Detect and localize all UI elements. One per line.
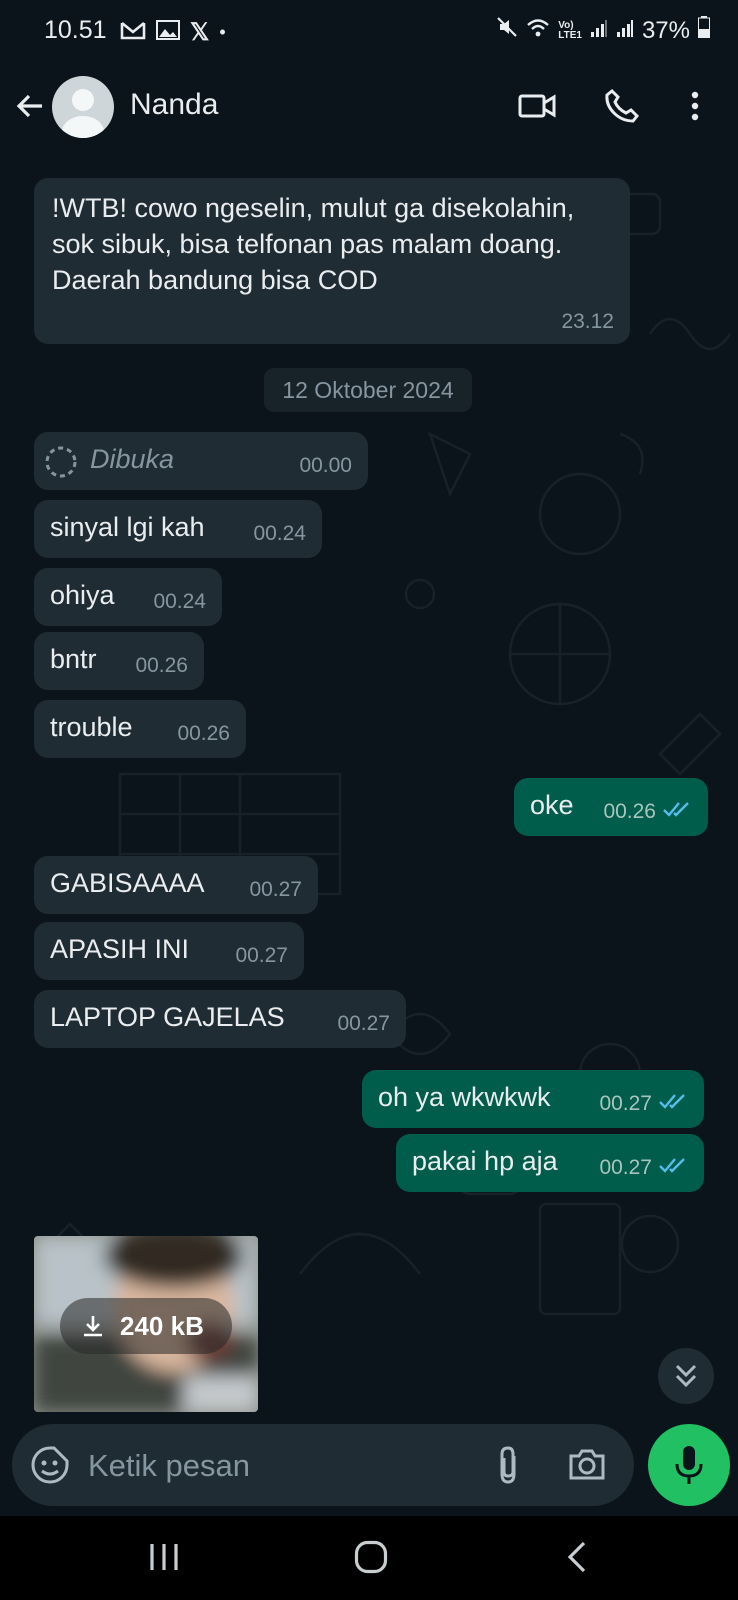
incoming-message[interactable]: APASIH INI 00.27 [34, 922, 304, 980]
mic-icon [675, 1444, 703, 1491]
phone-icon[interactable] [604, 88, 640, 129]
message-time: 00.26 [135, 654, 188, 678]
double-chevron-down-icon [674, 1362, 698, 1395]
message-text: APASIH INI [50, 934, 190, 964]
home-icon[interactable] [354, 1540, 388, 1579]
incoming-message[interactable]: trouble 00.26 [34, 700, 246, 758]
signal-icon-1 [590, 17, 608, 45]
camera-icon[interactable] [568, 1446, 606, 1487]
incoming-message[interactable]: sinyal lgi kah 00.24 [34, 500, 322, 558]
dot-icon: • [219, 22, 226, 42]
incoming-message[interactable]: !WTB! cowo ngeselin, mulut ga disekolahi… [34, 178, 630, 344]
message-time: 00.00 [299, 454, 352, 478]
message-time: 23.12 [561, 310, 614, 334]
read-receipt-icon [658, 1157, 688, 1179]
message-timestamp: 00.24 [153, 590, 206, 613]
download-button[interactable]: 240 kB [60, 1298, 232, 1354]
notification-icons: 𝕏 • [120, 18, 226, 47]
mute-icon [496, 16, 518, 45]
message-time: 00.26 [603, 800, 692, 824]
voice-record-button[interactable] [648, 1424, 730, 1506]
message-timestamp: 00.00 [299, 454, 352, 477]
message-time: 00.27 [235, 944, 288, 968]
message-text: pakai hp aja [412, 1146, 558, 1176]
file-size: 240 kB [120, 1311, 204, 1341]
message-text: GABISAAAA [50, 868, 205, 898]
incoming-message[interactable]: bntr 00.26 [34, 632, 204, 690]
message-time: 00.27 [599, 1092, 688, 1116]
message-timestamp: 23.12 [561, 310, 614, 333]
more-vert-icon[interactable] [690, 90, 700, 127]
attach-icon[interactable] [494, 1444, 522, 1491]
back-nav-icon[interactable] [566, 1540, 588, 1579]
chat-header: Nanda [0, 62, 738, 154]
message-timestamp: 00.26 [603, 800, 656, 823]
date-separator: 12 Oktober 2024 [264, 368, 472, 412]
message-timestamp: 00.27 [249, 878, 302, 901]
recents-icon[interactable] [148, 1542, 180, 1577]
message-text: LAPTOP GAJELAS [50, 1002, 285, 1032]
message-text: oh ya wkwkwk [378, 1082, 551, 1112]
incoming-message[interactable]: LAPTOP GAJELAS 00.27 [34, 990, 406, 1048]
chat-area[interactable]: !WTB! cowo ngeselin, mulut ga disekolahi… [0, 154, 738, 1424]
message-timestamp: 00.27 [599, 1156, 652, 1179]
message-text: Dibuka [90, 444, 175, 474]
status-indicators: Vo) LTE1 37% [496, 16, 710, 45]
message-timestamp: 00.27 [235, 944, 288, 967]
message-text: oke [530, 790, 574, 820]
message-input[interactable]: Ketik pesan [88, 1448, 250, 1484]
status-bar: 10.51 𝕏 • Vo) LTE1 37% [0, 0, 738, 62]
x-icon: 𝕏 [190, 19, 210, 46]
message-timestamp: 00.27 [599, 1092, 652, 1115]
incoming-message[interactable]: Dibuka 00.00 [34, 432, 368, 490]
message-timestamp: 00.26 [135, 654, 188, 677]
message-time: 00.26 [177, 722, 230, 746]
message-time: 00.27 [337, 1012, 390, 1036]
message-timestamp: 00.26 [177, 722, 230, 745]
battery-text: 37% [641, 16, 690, 44]
message-timestamp: 00.27 [337, 1012, 390, 1035]
message-text: !WTB! cowo ngeselin, mulut ga disekolahi… [52, 193, 575, 295]
read-receipt-icon [662, 801, 692, 823]
incoming-message[interactable]: GABISAAAA 00.27 [34, 856, 318, 914]
signal-icon-2 [616, 17, 634, 45]
battery-icon [698, 16, 710, 45]
outgoing-message[interactable]: pakai hp aja 00.27 [396, 1134, 704, 1192]
status-time: 10.51 [44, 16, 107, 44]
message-time: 00.24 [253, 522, 306, 546]
volte-icon: Vo) LTE1 [558, 19, 582, 41]
contact-name[interactable]: Nanda [130, 88, 218, 122]
scroll-to-bottom-button[interactable] [658, 1348, 714, 1404]
message-text: ohiya [50, 580, 115, 610]
view-once-icon [44, 445, 78, 486]
avatar[interactable] [52, 76, 114, 138]
message-text: bntr [50, 644, 97, 674]
message-time: 00.27 [599, 1156, 688, 1180]
download-icon [82, 1314, 104, 1343]
video-call-icon[interactable] [518, 90, 558, 127]
system-nav-bar [0, 1516, 738, 1600]
gmail-icon [120, 20, 146, 46]
wifi-icon [526, 17, 550, 45]
back-arrow-icon[interactable] [14, 90, 46, 127]
read-receipt-icon [658, 1093, 688, 1115]
message-time: 00.24 [153, 590, 206, 614]
incoming-message[interactable]: ohiya 00.24 [34, 568, 222, 626]
outgoing-message[interactable]: oke 00.26 [514, 778, 708, 836]
image-message[interactable]: 240 kB [34, 1236, 258, 1412]
message-text: sinyal lgi kah [50, 512, 205, 542]
gallery-icon [156, 20, 180, 45]
sticker-icon[interactable] [30, 1445, 70, 1490]
message-composer: Ketik pesan [12, 1424, 634, 1506]
message-text: trouble [50, 712, 133, 742]
message-time: 00.27 [249, 878, 302, 902]
message-timestamp: 00.24 [253, 522, 306, 545]
outgoing-message[interactable]: oh ya wkwkwk 00.27 [362, 1070, 704, 1128]
